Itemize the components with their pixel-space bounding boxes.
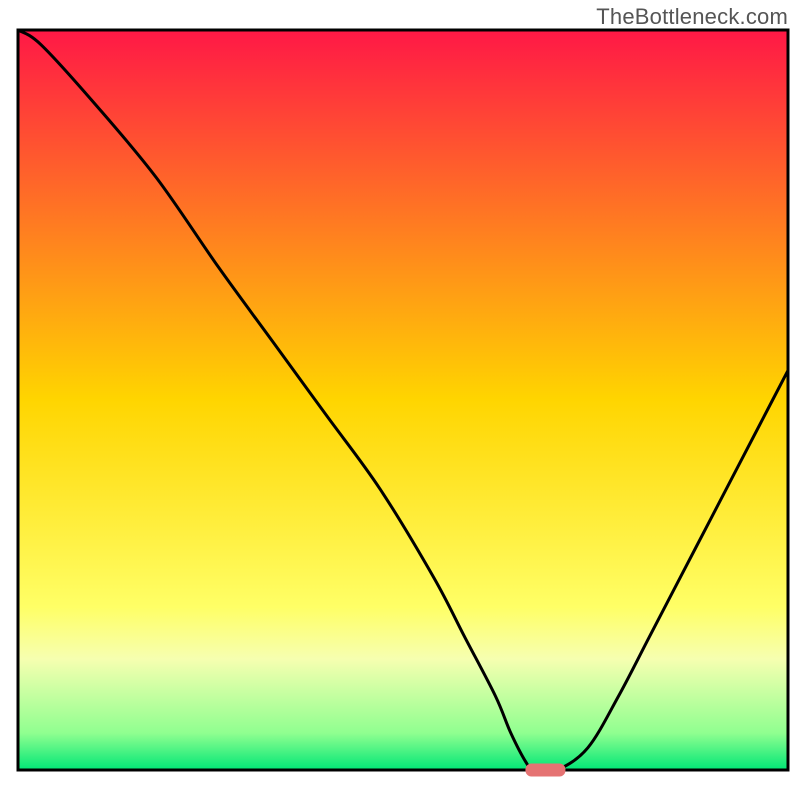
chart-svg — [0, 0, 800, 800]
gradient-background — [18, 30, 788, 770]
watermark-text: TheBottleneck.com — [596, 4, 788, 30]
plot-area — [18, 30, 788, 777]
optimal-marker — [525, 764, 565, 777]
bottleneck-chart: TheBottleneck.com — [0, 0, 800, 800]
